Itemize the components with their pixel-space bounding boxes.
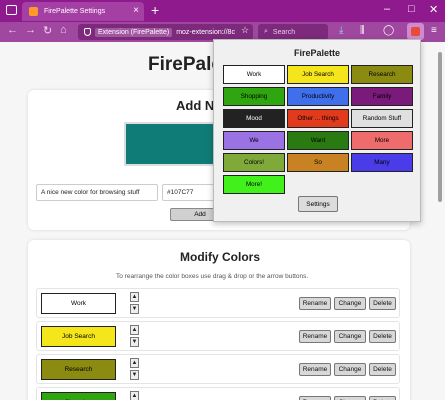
minimize-icon[interactable]: – bbox=[384, 3, 390, 15]
close-window-icon[interactable]: ✕ bbox=[429, 3, 438, 16]
delete-button[interactable]: Delete bbox=[369, 297, 396, 310]
search-bar[interactable]: ⌕ Search bbox=[258, 24, 328, 40]
move-up-arrow-icon[interactable]: ▲ bbox=[130, 391, 139, 400]
palette-color-button[interactable]: Family bbox=[351, 87, 413, 106]
palette-color-button[interactable]: Colors! bbox=[223, 153, 285, 172]
palette-color-button[interactable]: Shopping bbox=[223, 87, 285, 106]
color-chip[interactable]: Job Search bbox=[41, 326, 116, 347]
rename-button[interactable]: Rename bbox=[299, 330, 331, 343]
palette-color-button[interactable]: Other ... things bbox=[287, 109, 349, 128]
palette-color-button[interactable]: Job Search bbox=[287, 65, 349, 84]
settings-button[interactable]: Settings bbox=[298, 196, 338, 212]
move-down-arrow-icon[interactable]: ▼ bbox=[130, 304, 139, 314]
color-row[interactable]: Job Search ▲ ▼ Rename Change Delete bbox=[36, 321, 400, 351]
delete-button[interactable]: Delete bbox=[369, 363, 396, 376]
delete-button[interactable]: Delete bbox=[369, 396, 396, 400]
modify-colors-title: Modify Colors bbox=[180, 250, 260, 264]
change-button[interactable]: Change bbox=[334, 396, 366, 400]
change-button[interactable]: Change bbox=[334, 363, 366, 376]
rename-button[interactable]: Rename bbox=[299, 396, 331, 400]
move-up-arrow-icon[interactable]: ▲ bbox=[130, 292, 139, 302]
palette-color-button[interactable]: More bbox=[351, 131, 413, 150]
change-button[interactable]: Change bbox=[334, 297, 366, 310]
palette-color-button[interactable]: So bbox=[287, 153, 349, 172]
modify-colors-card: Modify Colors To rearrange the color box… bbox=[28, 240, 410, 400]
move-down-arrow-icon[interactable]: ▼ bbox=[130, 337, 139, 347]
move-down-arrow-icon[interactable]: ▼ bbox=[130, 370, 139, 380]
scrollbar-thumb[interactable] bbox=[438, 52, 442, 202]
downloads-icon[interactable]: ⤓ bbox=[339, 25, 343, 36]
color-row[interactable]: Work ▲ ▼ Rename Change Delete bbox=[36, 288, 400, 318]
firepalette-icon bbox=[411, 27, 420, 36]
color-chip[interactable]: Shopping bbox=[41, 392, 116, 400]
change-button[interactable]: Change bbox=[334, 330, 366, 343]
url-bar[interactable]: Extension (FirePalette) moz-extension://… bbox=[78, 24, 253, 40]
palette-color-button[interactable]: Productivity bbox=[287, 87, 349, 106]
tab-firepalette-settings[interactable]: FirePalette Settings × bbox=[22, 2, 144, 21]
color-name-input[interactable]: A nice new color for browsing stuff bbox=[36, 184, 158, 201]
firepalette-popup: FirePalette Work Job Search Research Sho… bbox=[213, 39, 421, 222]
home-icon[interactable]: ⌂ bbox=[60, 24, 67, 36]
delete-button[interactable]: Delete bbox=[369, 330, 396, 343]
rearrange-hint: To rearrange the color boxes use drag & … bbox=[116, 273, 309, 280]
menu-icon[interactable]: ≡ bbox=[431, 25, 437, 36]
palette-color-button[interactable]: Many bbox=[351, 153, 413, 172]
page-scrollbar[interactable] bbox=[436, 42, 444, 400]
tab-title: FirePalette Settings bbox=[44, 8, 106, 15]
color-row[interactable]: Research ▲ ▼ Rename Change Delete bbox=[36, 354, 400, 384]
move-up-arrow-icon[interactable]: ▲ bbox=[130, 325, 139, 335]
color-chip[interactable]: Work bbox=[41, 293, 116, 314]
forward-icon[interactable]: → bbox=[25, 24, 36, 36]
close-tab-icon[interactable]: × bbox=[133, 5, 139, 16]
palette-color-button[interactable]: Research bbox=[351, 65, 413, 84]
new-tab-icon[interactable]: + bbox=[151, 2, 159, 18]
palette-color-button[interactable]: More! bbox=[223, 175, 285, 194]
popup-title: FirePalette bbox=[293, 48, 341, 58]
extension-tab-icon bbox=[29, 7, 38, 16]
palette-color-button[interactable]: Random Stuff bbox=[351, 109, 413, 128]
palette-color-button[interactable]: Work bbox=[223, 65, 285, 84]
palette-color-button[interactable]: Want bbox=[287, 131, 349, 150]
url-text[interactable]: moz-extension://8c bbox=[176, 29, 235, 36]
tab-bar: FirePalette Settings × + – □ ✕ bbox=[0, 0, 445, 22]
back-icon[interactable]: ← bbox=[7, 24, 18, 36]
library-icon[interactable]: ⫼ bbox=[360, 25, 365, 36]
shield-icon[interactable] bbox=[84, 28, 91, 36]
rename-button[interactable]: Rename bbox=[299, 363, 331, 376]
account-icon[interactable]: ◯ bbox=[383, 25, 394, 36]
maximize-icon[interactable]: □ bbox=[408, 3, 415, 15]
palette-color-button[interactable]: Mood bbox=[223, 109, 285, 128]
search-placeholder: Search bbox=[272, 28, 296, 36]
move-up-arrow-icon[interactable]: ▲ bbox=[130, 358, 139, 368]
bookmark-star-icon[interactable]: ☆ bbox=[241, 25, 249, 36]
url-identity-label[interactable]: Extension (FirePalette) bbox=[95, 27, 173, 37]
reload-icon[interactable]: ↻ bbox=[43, 24, 52, 37]
list-all-tabs-icon[interactable] bbox=[6, 5, 17, 15]
search-icon: ⌕ bbox=[264, 28, 268, 35]
palette-color-button[interactable]: We bbox=[223, 131, 285, 150]
color-chip[interactable]: Research bbox=[41, 359, 116, 380]
rename-button[interactable]: Rename bbox=[299, 297, 331, 310]
firepalette-extension-button[interactable] bbox=[407, 23, 424, 40]
color-row[interactable]: Shopping ▲▼ Rename Change Delete bbox=[36, 387, 400, 400]
